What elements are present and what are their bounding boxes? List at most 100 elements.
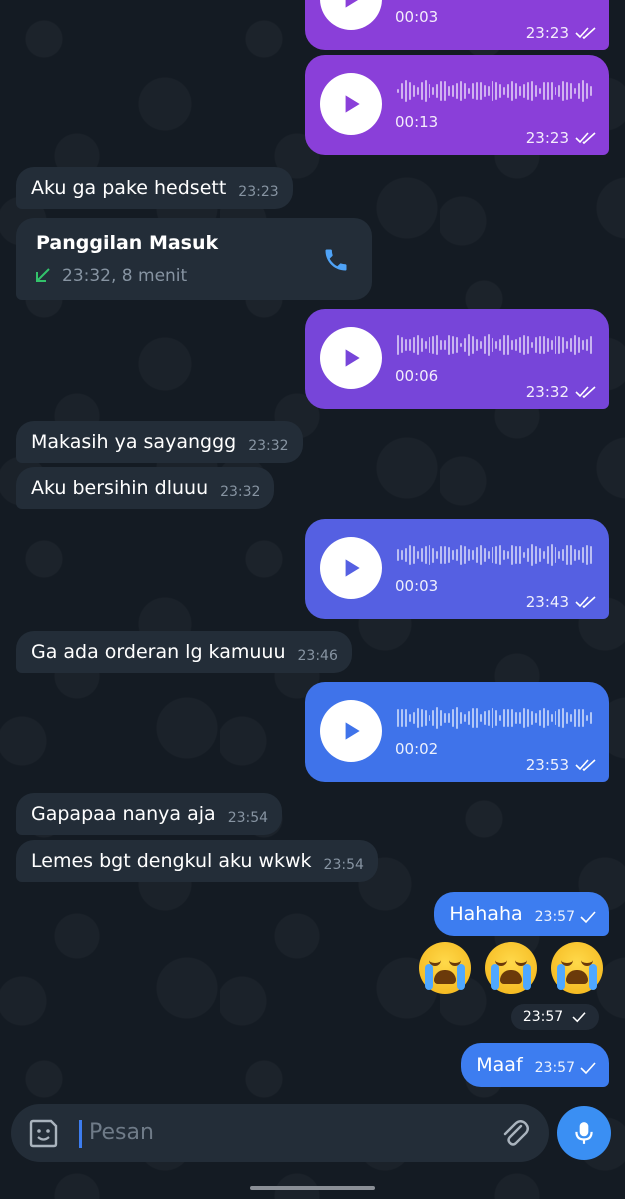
waveform-bar [483,336,486,354]
incoming-call-message[interactable]: Panggilan Masuk 23:32, 8 menit [16,218,372,300]
waveform-bar [570,338,573,352]
waveform-bar [495,341,498,349]
waveform-bar [523,335,525,355]
waveform-bar [586,714,588,722]
waveform-bar [467,711,470,725]
waveform-bar [566,340,569,350]
waveform-bar [554,87,557,95]
voice-message[interactable]: 00:03 23:23 [305,0,609,50]
waveform[interactable] [397,704,592,732]
voice-message[interactable]: 00:06 23:32 [305,309,609,409]
waveform-bar [452,708,455,728]
play-button[interactable] [320,73,382,135]
attach-icon[interactable] [499,1117,531,1149]
waveform-bar [566,545,569,565]
waveform-bar [412,712,415,724]
waveform[interactable] [397,331,592,359]
incoming-message[interactable]: Gapapaa nanya aja 23:54 [16,793,283,835]
waveform-bar [424,80,427,102]
voice-duration: 00:13 [395,113,439,131]
waveform-bar [440,546,443,564]
message-text: Aku bersihin dluuu [31,477,209,499]
waveform-bar [448,713,451,723]
waveform-bar [511,339,514,351]
waveform-bar [428,545,431,565]
waveform-bar [428,84,431,98]
waveform-bar [440,81,443,101]
waveform-bar [408,714,411,722]
outgoing-message[interactable]: Maaf 23:57 [461,1043,609,1087]
message-time: 23:57 [522,1009,564,1025]
home-indicator[interactable] [250,1186,375,1190]
double-check-icon [575,596,596,609]
waveform-bar [530,544,533,566]
double-check-icon [575,27,596,40]
message-time: 23:53 [525,756,569,774]
message-time: 23:54 [227,809,269,826]
voice-message[interactable]: 00:03 23:43 [305,519,609,619]
voice-record-button[interactable] [557,1106,611,1160]
waveform-bar [511,709,514,727]
phone-icon[interactable] [322,246,350,274]
message-text: Makasih ya sayanggg [31,431,237,453]
waveform[interactable] [397,77,592,105]
waveform-bar [558,550,561,560]
incoming-message[interactable]: Ga ada orderan lg kamuuu 23:46 [16,631,352,673]
waveform-bar [483,84,486,98]
waveform-bar [566,81,569,101]
incoming-message[interactable]: Aku bersihin dluuu 23:32 [16,467,275,509]
play-button[interactable] [320,537,382,599]
waveform-bar [538,87,541,95]
waveform-bar [424,341,427,349]
waveform-bar [487,334,490,356]
incoming-message[interactable]: Lemes bgt dengkul aku wkwk 23:54 [16,840,378,882]
double-check-icon [575,132,596,145]
waveform-bar [562,707,565,729]
waveform-bar [582,709,584,727]
message-time: 23:32 [220,483,261,500]
waveform-bar [444,81,447,101]
waveform-bar [444,712,447,724]
waveform-bar [546,81,549,101]
waveform-bar [463,337,466,353]
outgoing-message[interactable]: Hahaha 23:57 [434,892,609,936]
play-button[interactable] [320,700,382,762]
waveform-bar [546,338,549,352]
waveform-bar [582,547,584,563]
message-time: 23:43 [525,593,569,611]
incoming-message[interactable]: Aku ga pake hedsett 23:23 [16,167,293,209]
message-time: 23:54 [323,856,364,873]
waveform-bar [515,339,518,351]
waveform-bar [487,85,490,97]
voice-message[interactable]: 00:13 23:23 [305,55,609,155]
waveform-bar [519,85,521,96]
waveform-bar [511,80,514,102]
waveform-bar [436,707,439,729]
waveform-bar [404,339,407,351]
message-input[interactable]: Pesan [89,1120,154,1145]
waveform-bar [507,83,510,99]
play-button[interactable] [320,327,382,389]
waveform-bar [444,546,447,564]
sticker-icon[interactable] [27,1116,61,1150]
play-button[interactable] [320,0,382,30]
waveform-bar [428,336,431,354]
voice-message[interactable]: 00:02 23:53 [305,682,609,782]
waveform-bar [570,83,573,99]
waveform-bar [491,81,494,101]
waveform-bar [562,337,565,353]
waveform[interactable] [397,541,592,569]
emoji-message-meta: 23:57 [511,1004,599,1030]
check-icon [580,1062,596,1075]
incoming-message[interactable]: Makasih ya sayanggg 23:32 [16,421,303,463]
emoji-message[interactable] [419,942,603,994]
waveform-bar [475,547,478,563]
waveform-bar [530,342,533,348]
voice-duration: 00:03 [395,577,439,595]
waveform-bar [534,713,537,723]
message-text: Ga ada orderan lg kamuuu [31,641,286,663]
message-composer: Pesan [11,1104,549,1162]
waveform-bar [519,337,521,353]
waveform-bar [558,709,561,727]
message-time: 23:32 [525,383,569,401]
